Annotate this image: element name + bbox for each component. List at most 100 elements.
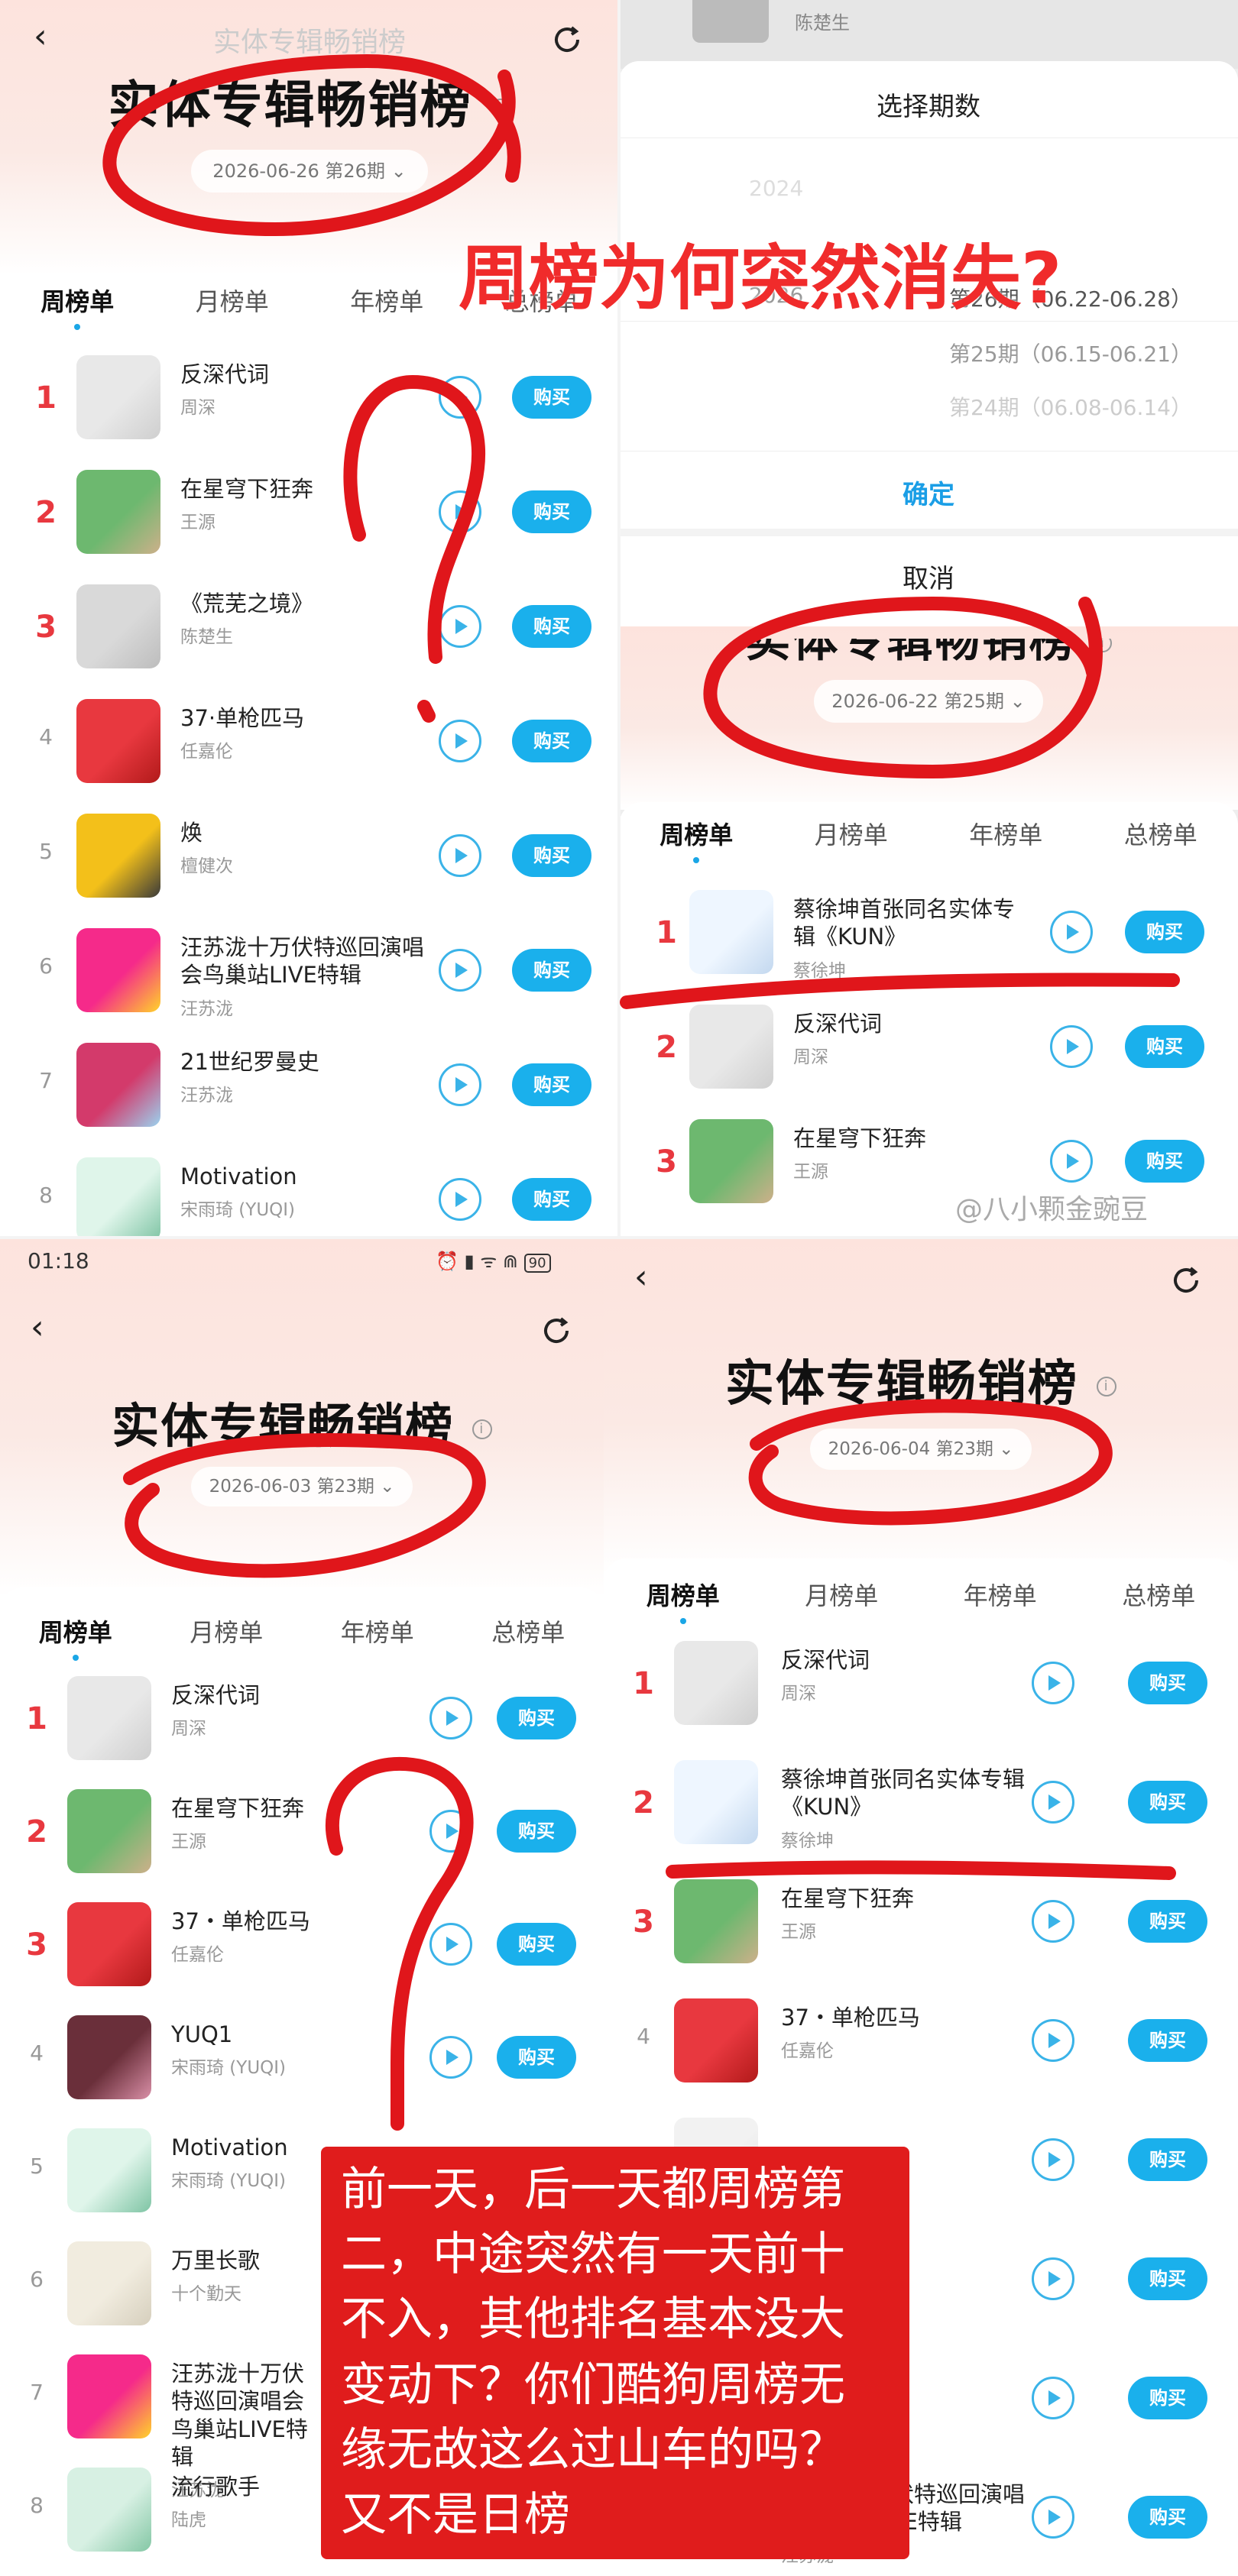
album-cover[interactable] xyxy=(67,1789,151,1873)
album-name[interactable]: 汪苏泷十万伏特巡回演唱会鸟巢站LIVE特辑 xyxy=(180,934,433,989)
album-cover[interactable] xyxy=(76,928,160,1012)
album-cover[interactable] xyxy=(67,2128,151,2212)
play-button[interactable] xyxy=(439,1063,481,1106)
tab-all-time[interactable]: 总榜单 xyxy=(1124,816,1197,851)
play-button[interactable] xyxy=(439,605,481,648)
album-name[interactable]: 流行歌手 xyxy=(171,2473,324,2500)
album-cover[interactable] xyxy=(689,890,773,974)
cancel-button[interactable]: 取消 xyxy=(619,558,1238,595)
album-name[interactable]: 37・单枪匹马 xyxy=(171,1908,324,1935)
play-button[interactable] xyxy=(439,834,481,877)
album-cover[interactable] xyxy=(76,584,160,668)
picker-option[interactable]: 第24期（06.08-06.14） xyxy=(619,391,1238,422)
album-cover[interactable] xyxy=(67,1676,151,1760)
list-item[interactable]: 4 37・单枪匹马 任嘉伦 购买 xyxy=(604,1981,1238,2100)
album-name[interactable]: 反深代词 xyxy=(180,361,433,388)
tab-yearly[interactable]: 年榜单 xyxy=(341,1613,414,1649)
buy-button[interactable]: 购买 xyxy=(497,2036,576,2079)
album-cover[interactable] xyxy=(674,1760,758,1844)
play-button[interactable] xyxy=(1032,1662,1074,1704)
album-name[interactable]: 蔡徐坤首张同名实体专辑《KUN》 xyxy=(793,895,1022,951)
buy-button[interactable]: 购买 xyxy=(512,834,591,877)
period-selector[interactable]: 2026-06-26 第26期 ⌄ xyxy=(191,150,428,193)
buy-button[interactable]: 购买 xyxy=(512,949,591,992)
play-button[interactable] xyxy=(1032,2496,1074,2539)
play-button[interactable] xyxy=(439,720,481,762)
play-button[interactable] xyxy=(1032,1900,1074,1943)
list-item[interactable]: 7 21世纪罗曼史 汪苏泷 购买 xyxy=(0,1027,619,1142)
buy-button[interactable]: 购买 xyxy=(512,490,591,533)
album-name[interactable]: 在星穹下狂奔 xyxy=(793,1125,1022,1152)
album-name[interactable]: 在星穹下狂奔 xyxy=(180,475,433,503)
back-arrow-icon[interactable]: ‹ xyxy=(31,1311,44,1345)
play-button[interactable] xyxy=(1032,1781,1074,1824)
play-button[interactable] xyxy=(1032,2257,1074,2300)
buy-button[interactable]: 购买 xyxy=(1128,2377,1207,2419)
list-item[interactable]: 2 蔡徐坤首张同名实体专辑《KUN》 蔡徐坤 购买 xyxy=(604,1743,1238,1862)
buy-button[interactable]: 购买 xyxy=(1125,1025,1204,1068)
play-button[interactable] xyxy=(429,2036,472,2079)
list-item[interactable]: 8 Motivation 宋雨琦 (YUQI) 购买 xyxy=(0,1142,619,1238)
album-cover[interactable] xyxy=(689,1119,773,1203)
confirm-button[interactable]: 确定 xyxy=(619,474,1238,511)
album-cover[interactable] xyxy=(67,2354,151,2438)
album-name[interactable]: 37・单枪匹马 xyxy=(781,2004,1033,2031)
buy-button[interactable]: 购买 xyxy=(1125,1140,1204,1183)
list-item[interactable]: 3 37・单枪匹马 任嘉伦 购买 xyxy=(0,1888,604,2001)
refresh-icon[interactable] xyxy=(1169,1264,1203,1297)
info-icon[interactable]: i xyxy=(1097,1377,1117,1397)
album-cover[interactable] xyxy=(67,2468,151,2552)
album-name[interactable]: Motivation xyxy=(171,2134,324,2161)
buy-button[interactable]: 购买 xyxy=(497,1697,576,1739)
info-icon[interactable]: i xyxy=(491,98,511,118)
play-button[interactable] xyxy=(439,1178,481,1221)
buy-button[interactable]: 购买 xyxy=(512,376,591,419)
play-button[interactable] xyxy=(1050,1140,1093,1183)
play-button[interactable] xyxy=(429,1697,472,1739)
buy-button[interactable]: 购买 xyxy=(497,1810,576,1853)
period-selector[interactable]: 2026-06-03 第23期 ⌄ xyxy=(191,1467,413,1506)
buy-button[interactable]: 购买 xyxy=(1128,1900,1207,1943)
album-name[interactable]: 21世纪罗曼史 xyxy=(180,1048,433,1076)
list-item[interactable]: 1 反深代词 周深 购买 xyxy=(0,340,619,455)
picker-option[interactable]: 第25期（06.15-06.21） xyxy=(619,338,1238,368)
period-selector[interactable]: 2026-06-22 第25期 ⌄ xyxy=(814,680,1043,723)
album-name[interactable]: YUQ1 xyxy=(171,2021,324,2048)
period-selector[interactable]: 2026-06-04 第23期 ⌄ xyxy=(810,1429,1032,1470)
album-name[interactable]: 焕 xyxy=(180,819,433,846)
buy-button[interactable]: 购买 xyxy=(1128,1781,1207,1824)
album-cover[interactable] xyxy=(674,1879,758,1963)
album-cover[interactable] xyxy=(76,814,160,898)
tab-monthly[interactable]: 月榜单 xyxy=(196,283,269,318)
play-button[interactable] xyxy=(439,376,481,419)
play-button[interactable] xyxy=(429,1923,472,1966)
album-cover[interactable] xyxy=(76,355,160,439)
album-name[interactable]: 反深代词 xyxy=(793,1010,1022,1037)
tab-weekly[interactable]: 周榜单 xyxy=(660,816,733,863)
buy-button[interactable]: 购买 xyxy=(512,605,591,648)
buy-button[interactable]: 购买 xyxy=(1128,2257,1207,2300)
list-item[interactable]: 2 在星穹下狂奔 王源 购买 xyxy=(0,455,619,569)
play-button[interactable] xyxy=(439,949,481,992)
album-cover[interactable] xyxy=(689,1005,773,1089)
list-item[interactable]: 1 反深代词 周深 购买 xyxy=(0,1662,604,1775)
album-name[interactable]: Motivation xyxy=(180,1163,433,1190)
list-item[interactable]: 5 焕檀健次 购买 xyxy=(0,798,619,913)
album-cover[interactable] xyxy=(67,1902,151,1986)
album-name[interactable]: 万里长歌 xyxy=(171,2247,324,2274)
album-name[interactable]: 37·单枪匹马 xyxy=(180,704,433,732)
picker-option[interactable]: 2024 xyxy=(619,176,1238,201)
buy-button[interactable]: 购买 xyxy=(1128,2138,1207,2181)
list-item[interactable]: 1 蔡徐坤首张同名实体专辑《KUN》 蔡徐坤 购买 xyxy=(619,875,1238,989)
play-button[interactable] xyxy=(1050,1025,1093,1068)
tab-all-time[interactable]: 总榜单 xyxy=(1122,1577,1195,1612)
album-name[interactable]: 反深代词 xyxy=(171,1681,324,1709)
album-cover[interactable] xyxy=(76,1157,160,1238)
album-cover[interactable] xyxy=(67,2015,151,2099)
buy-button[interactable]: 购买 xyxy=(1128,2019,1207,2062)
buy-button[interactable]: 购买 xyxy=(497,1923,576,1966)
album-cover[interactable] xyxy=(674,1641,758,1725)
tab-all-time[interactable]: 总榜单 xyxy=(491,1613,565,1649)
album-name[interactable]: 在星穹下狂奔 xyxy=(171,1794,324,1822)
tab-yearly[interactable]: 年榜单 xyxy=(969,816,1042,851)
